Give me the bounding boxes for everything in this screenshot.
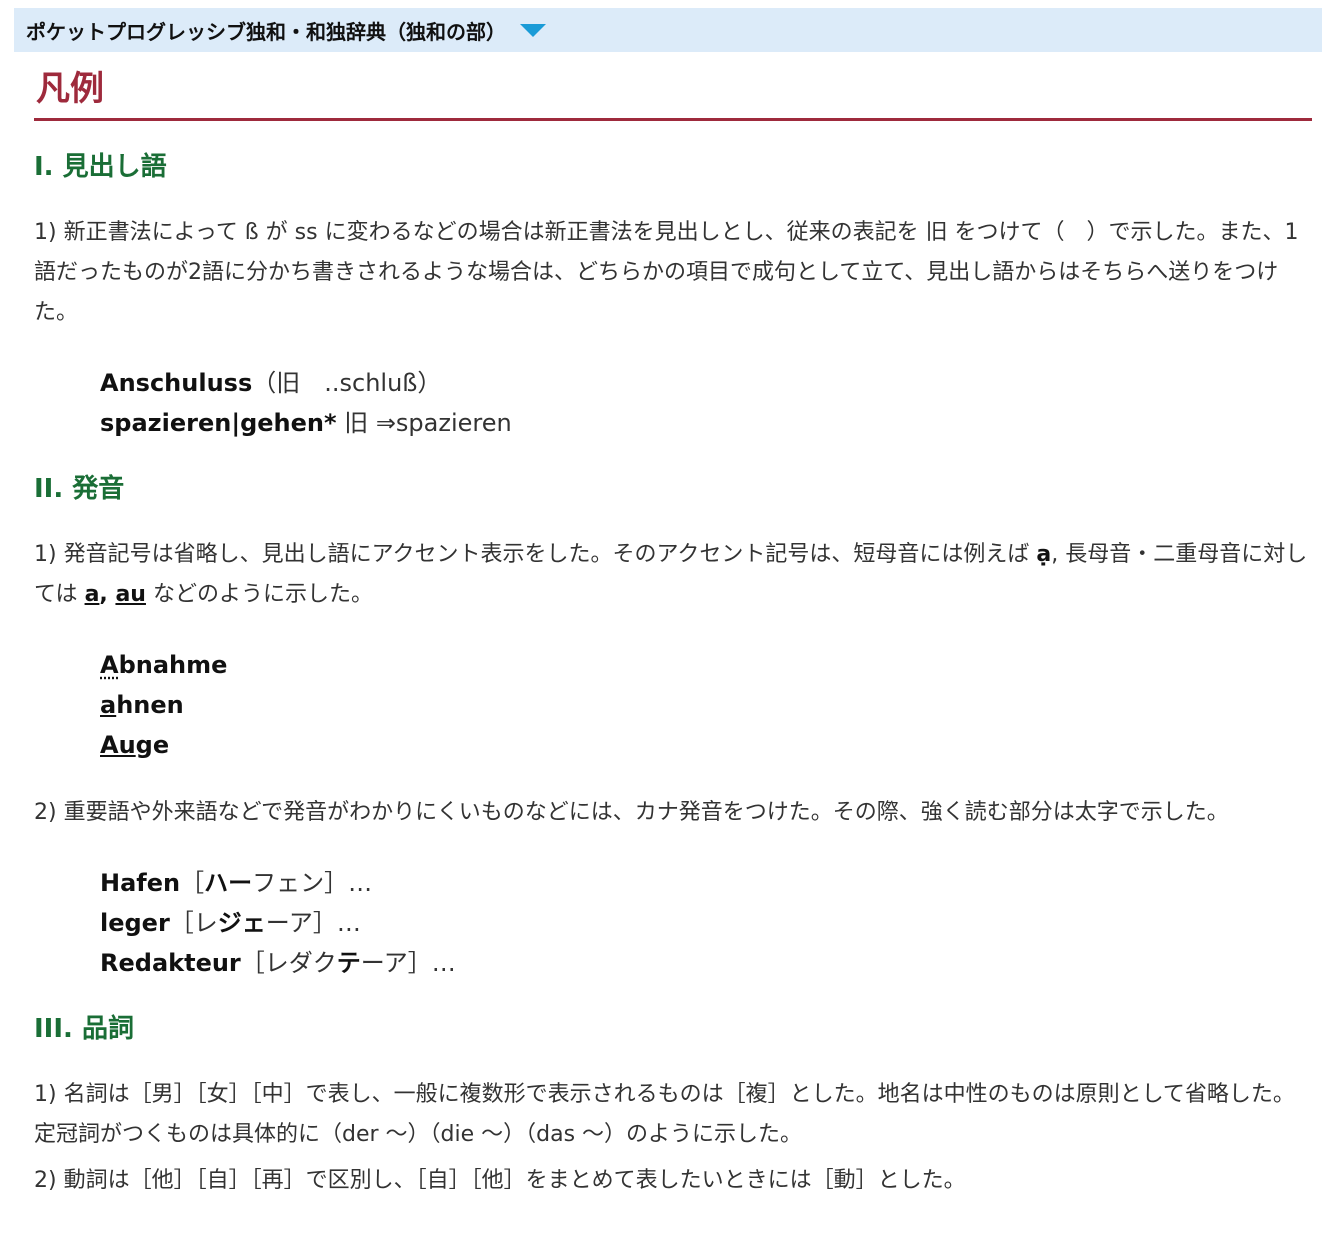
example-entry: Anschuluss（旧 ..schluß） xyxy=(100,363,1312,403)
accented-letter: a xyxy=(100,691,117,719)
entry-headword: leger xyxy=(100,909,170,937)
page-title: 凡例 xyxy=(34,66,1312,121)
kana-text: ーア］… xyxy=(265,909,361,937)
kana-text: ［ xyxy=(180,869,205,897)
paragraph-headwords-1: 1) 新正書法によって ß が ss に変わるなどの場合は新正書法を見出しとし、… xyxy=(34,220,1299,325)
example-entry: leger［レジェーア］… xyxy=(100,903,1312,943)
entry-headword: Redakteur xyxy=(100,949,241,977)
example-entry: Abnahme xyxy=(100,645,1312,685)
entry-rest: hnen xyxy=(116,691,184,719)
kana-stressed: ハー xyxy=(204,869,253,897)
accented-letter: A xyxy=(100,651,119,679)
main-content: 凡例 I. 見出し語 1) 新正書法によって ß が ss に変わるなどの場合は… xyxy=(34,56,1312,1201)
accented-letter: Au xyxy=(100,731,136,759)
kana-text: ーア］… xyxy=(360,949,456,977)
text-run: などのように示した。 xyxy=(145,582,373,607)
section-heading-pronunciation: II. 発音 xyxy=(34,474,125,504)
kana-stressed: テ xyxy=(336,949,361,977)
section-heading-parts-of-speech: III. 品詞 xyxy=(34,1014,134,1044)
example-entry: ahnen xyxy=(100,685,1312,725)
entry-headword: spazieren|gehen* xyxy=(100,409,337,437)
example-block-accent: Abnahme ahnen Auge xyxy=(100,645,1312,765)
example-entry: Redakteur［レダクテーア］… xyxy=(100,943,1312,983)
text-run: , xyxy=(99,582,116,607)
paragraph-pronunciation-2: 2) 重要語や外来語などで発音がわかりにくいものなどには、カナ発音をつけた。その… xyxy=(34,800,1229,825)
entry-headword: Anschuluss xyxy=(100,369,253,397)
accent-mark-diphthong: au xyxy=(115,582,146,607)
kana-text: ［レダク xyxy=(240,949,337,977)
kana-text: ［レ xyxy=(169,909,218,937)
accent-mark-short: ạ xyxy=(1036,542,1052,567)
entry-rest: bnahme xyxy=(118,651,228,679)
dictionary-title: ポケットプログレッシブ独和・和独辞典（独和の部） xyxy=(26,19,506,44)
entry-rest: ge xyxy=(135,731,170,759)
section-heading-headwords: I. 見出し語 xyxy=(34,152,167,182)
paragraph-pronunciation-1: 1) 発音記号は省略し、見出し語にアクセント表示をした。そのアクセント記号は、短… xyxy=(34,535,1312,615)
kana-stressed: ジェ xyxy=(217,909,266,937)
example-block-kana: Hafen［ハーフェン］… leger［レジェーア］… Redakteur［レダ… xyxy=(100,863,1312,983)
entry-headword: Hafen xyxy=(100,869,181,897)
example-entry: Auge xyxy=(100,725,1312,765)
paragraph-pos-2: 2) 動詞は［他］［自］［再］で区別し、［自］［他］をまとめて表したいときには［… xyxy=(34,1168,966,1193)
entry-note: 旧 ⇒spazieren xyxy=(336,409,512,437)
accent-mark-long: a xyxy=(84,582,100,607)
example-block-headwords: Anschuluss（旧 ..schluß） spazieren|gehen* … xyxy=(100,363,1312,443)
kana-text: フェン］… xyxy=(252,869,373,897)
dropdown-triangle-icon[interactable] xyxy=(520,23,546,37)
example-entry: spazieren|gehen* 旧 ⇒spazieren xyxy=(100,403,1312,443)
entry-note: （旧 ..schluß） xyxy=(252,369,442,397)
dictionary-selector[interactable]: ポケットプログレッシブ独和・和独辞典（独和の部） xyxy=(14,8,1322,52)
paragraph-pos-1: 1) 名詞は［男］［女］［中］で表し、一般に複数形で表示されるものは［複］とした… xyxy=(34,1082,1295,1147)
text-run: 1) 発音記号は省略し、見出し語にアクセント表示をした。そのアクセント記号は、短… xyxy=(34,542,1037,567)
example-entry: Hafen［ハーフェン］… xyxy=(100,863,1312,903)
